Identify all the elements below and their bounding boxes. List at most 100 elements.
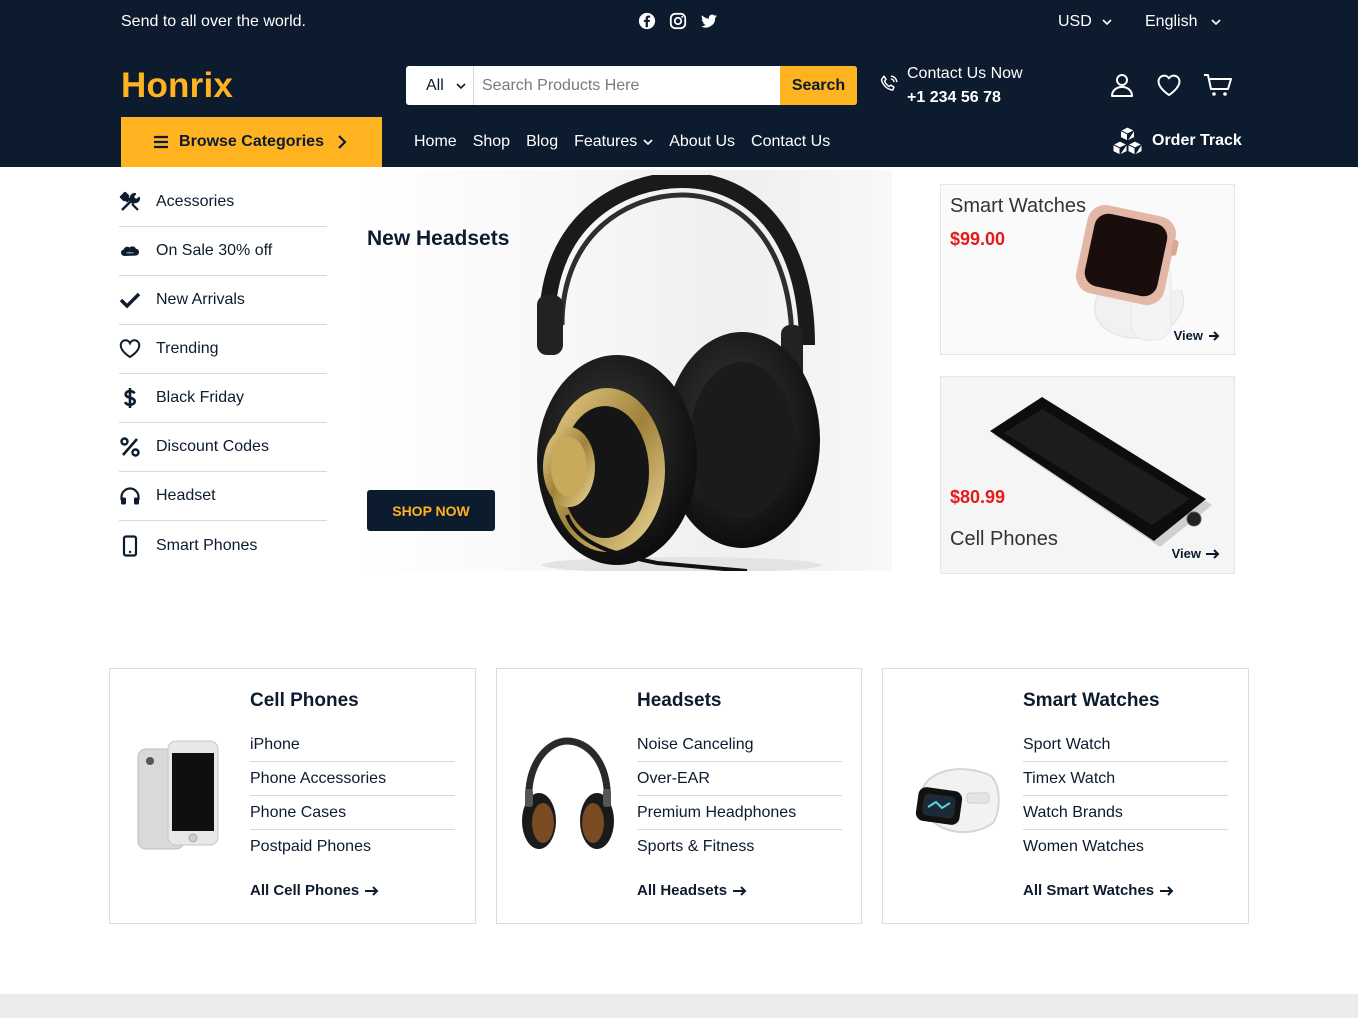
boxes-icon	[1111, 126, 1144, 156]
nav-about-us[interactable]: About Us	[669, 133, 735, 151]
category-box-cell-phones: Cell Phones iPhone Phone Accessories Pho…	[109, 668, 476, 924]
promo-card-cell-phones[interactable]: $80.99 Cell Phones View	[940, 376, 1235, 574]
headphones-image	[537, 175, 822, 571]
user-icon[interactable]	[1109, 72, 1135, 98]
category-title: Headsets	[637, 690, 722, 711]
category-link[interactable]: Timex Watch	[1023, 762, 1228, 796]
category-link[interactable]: Sport Watch	[1023, 728, 1228, 762]
fitness-band-image	[915, 768, 1000, 834]
arrow-right-icon	[1209, 330, 1220, 341]
sidebar-item-label: New Arrivals	[156, 291, 245, 308]
chevron-down-icon	[456, 82, 466, 89]
long-arrow-right-icon	[365, 885, 379, 896]
sidebar-item-headset[interactable]: Headset	[119, 472, 327, 521]
promo-view-link[interactable]: View	[1174, 328, 1220, 343]
search-bar: All Search	[406, 66, 857, 105]
heart-icon	[119, 338, 141, 360]
dollar-icon	[119, 387, 141, 409]
currency-value: USD	[1058, 13, 1092, 30]
sidebar-item-label: Smart Phones	[156, 536, 258, 554]
search-category-select[interactable]: All	[406, 66, 474, 105]
category-link[interactable]: Sports & Fitness	[637, 830, 842, 864]
chevron-down-icon	[1211, 19, 1222, 26]
sidebar-item-new-arrivals[interactable]: New Arrivals	[119, 276, 327, 325]
sidebar-item-label: Acessories	[156, 193, 235, 210]
site-header: Send to all over the world. USD English …	[0, 0, 1358, 167]
category-link-list: iPhone Phone Accessories Phone Cases Pos…	[250, 728, 455, 864]
menu-icon	[154, 135, 169, 149]
phone-icon	[880, 75, 898, 91]
long-arrow-right-icon	[1206, 548, 1220, 559]
headset-image	[522, 737, 614, 849]
category-link[interactable]: iPhone	[250, 728, 455, 762]
twitter-icon[interactable]	[700, 12, 718, 30]
category-box-smart-watches: Smart Watches Sport Watch Timex Watch Wa…	[882, 668, 1249, 924]
category-link[interactable]: Women Watches	[1023, 830, 1228, 864]
sidebar-item-label: Discount Codes	[156, 438, 269, 455]
instagram-icon[interactable]	[669, 12, 687, 30]
facebook-icon[interactable]	[638, 12, 656, 30]
promo-title: Cell Phones	[950, 528, 1058, 550]
search-button[interactable]: Search	[780, 66, 857, 105]
sidebar-item-black-friday[interactable]: Black Friday	[119, 374, 327, 423]
category-box-headsets: Headsets Noise Canceling Over-EAR Premiu…	[496, 668, 862, 924]
cart-icon[interactable]	[1203, 72, 1233, 98]
order-track-label: Order Track	[1152, 132, 1242, 149]
language-selector[interactable]: English	[1145, 13, 1222, 31]
site-logo[interactable]: Honrix	[121, 66, 233, 106]
category-title: Cell Phones	[250, 690, 359, 711]
promo-view-label: View	[1173, 328, 1203, 343]
sidebar-item-discount-codes[interactable]: Discount Codes	[119, 423, 327, 472]
promo-title: Smart Watches	[950, 195, 1086, 217]
view-all-link[interactable]: All Headsets	[637, 882, 747, 899]
sidebar-item-smart-phones[interactable]: Smart Phones	[119, 521, 327, 570]
promo-view-label: View	[1171, 546, 1201, 561]
category-link[interactable]: Postpaid Phones	[250, 830, 455, 864]
category-link[interactable]: Noise Canceling	[637, 728, 842, 762]
sidebar-item-label: Black Friday	[156, 389, 245, 406]
nav-contact-us[interactable]: Contact Us	[751, 133, 830, 151]
sidebar-item-trending[interactable]: Trending	[119, 325, 327, 374]
category-link[interactable]: Phone Accessories	[250, 762, 455, 796]
shop-now-button[interactable]: SHOP NOW	[367, 490, 495, 531]
salesforce-cloud-icon: sales	[119, 240, 141, 262]
heart-icon[interactable]	[1156, 72, 1182, 98]
search-input[interactable]	[474, 66, 780, 105]
contact-phone[interactable]: +1 234 56 78	[907, 89, 1001, 107]
view-all-link[interactable]: All Smart Watches	[1023, 882, 1174, 899]
smart-watch-image	[1075, 204, 1185, 341]
language-value: English	[1145, 13, 1198, 30]
view-all-link[interactable]: All Cell Phones	[250, 882, 379, 899]
long-arrow-right-icon	[1160, 885, 1174, 896]
order-track-link[interactable]: Order Track	[1111, 126, 1242, 156]
category-link-list: Sport Watch Timex Watch Watch Brands Wom…	[1023, 728, 1228, 864]
nav-shop[interactable]: Shop	[473, 133, 510, 151]
category-link[interactable]: Over-EAR	[637, 762, 842, 796]
promo-price: $80.99	[950, 487, 1006, 507]
chevron-down-icon	[643, 139, 653, 146]
sidebar-item-on-sale[interactable]: sales On Sale 30% off	[119, 227, 327, 276]
topbar-tagline: Send to all over the world.	[121, 13, 306, 30]
browse-categories-button[interactable]: Browse Categories	[121, 117, 382, 167]
category-link[interactable]: Phone Cases	[250, 796, 455, 830]
nav-features[interactable]: Features	[574, 133, 653, 151]
chevron-right-icon	[338, 135, 347, 149]
nav-blog[interactable]: Blog	[526, 133, 558, 151]
hero-title: New Headsets	[367, 227, 510, 250]
main-nav: Home Shop Blog Features About Us Contact…	[414, 133, 830, 151]
chevron-down-icon	[1102, 19, 1112, 26]
currency-selector[interactable]: USD	[1058, 13, 1112, 31]
nav-home[interactable]: Home	[414, 133, 457, 151]
sidebar-item-label: On Sale 30% off	[156, 242, 273, 259]
sidebar-item-label: Trending	[156, 340, 219, 357]
sidebar-item-acessories[interactable]: Acessories	[119, 178, 327, 227]
tools-icon	[119, 191, 141, 213]
category-link[interactable]: Watch Brands	[1023, 796, 1228, 830]
promo-card-smart-watches[interactable]: Smart Watches $99.00 View	[940, 184, 1235, 355]
headphones-icon	[119, 485, 141, 507]
sidebar-item-label: Headset	[156, 487, 216, 504]
view-all-label: All Cell Phones	[250, 882, 360, 899]
category-link[interactable]: Premium Headphones	[637, 796, 842, 830]
promo-view-link[interactable]: View	[1172, 546, 1220, 561]
nav-features-label: Features	[574, 133, 638, 150]
